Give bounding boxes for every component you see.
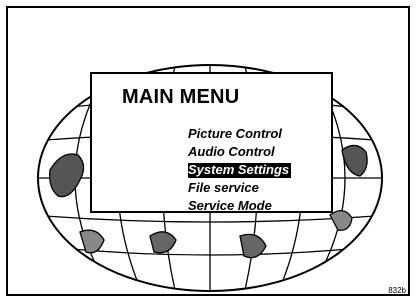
menu-item-file-service[interactable]: File service (188, 179, 291, 197)
menu-item-service-mode[interactable]: Service Mode (188, 197, 291, 215)
menu-item-system-settings[interactable]: System Settings (188, 161, 292, 179)
menu-title: MAIN MENU (122, 86, 240, 108)
menu-item-audio-control[interactable]: Audio Control (188, 143, 291, 161)
figure-reference: 832b (388, 286, 406, 295)
menu-list: Picture Control Audio Control System Set… (188, 125, 292, 215)
main-menu-panel: MAIN MENU Picture Control Audio Control … (90, 72, 333, 213)
menu-item-picture-control[interactable]: Picture Control (188, 125, 291, 143)
